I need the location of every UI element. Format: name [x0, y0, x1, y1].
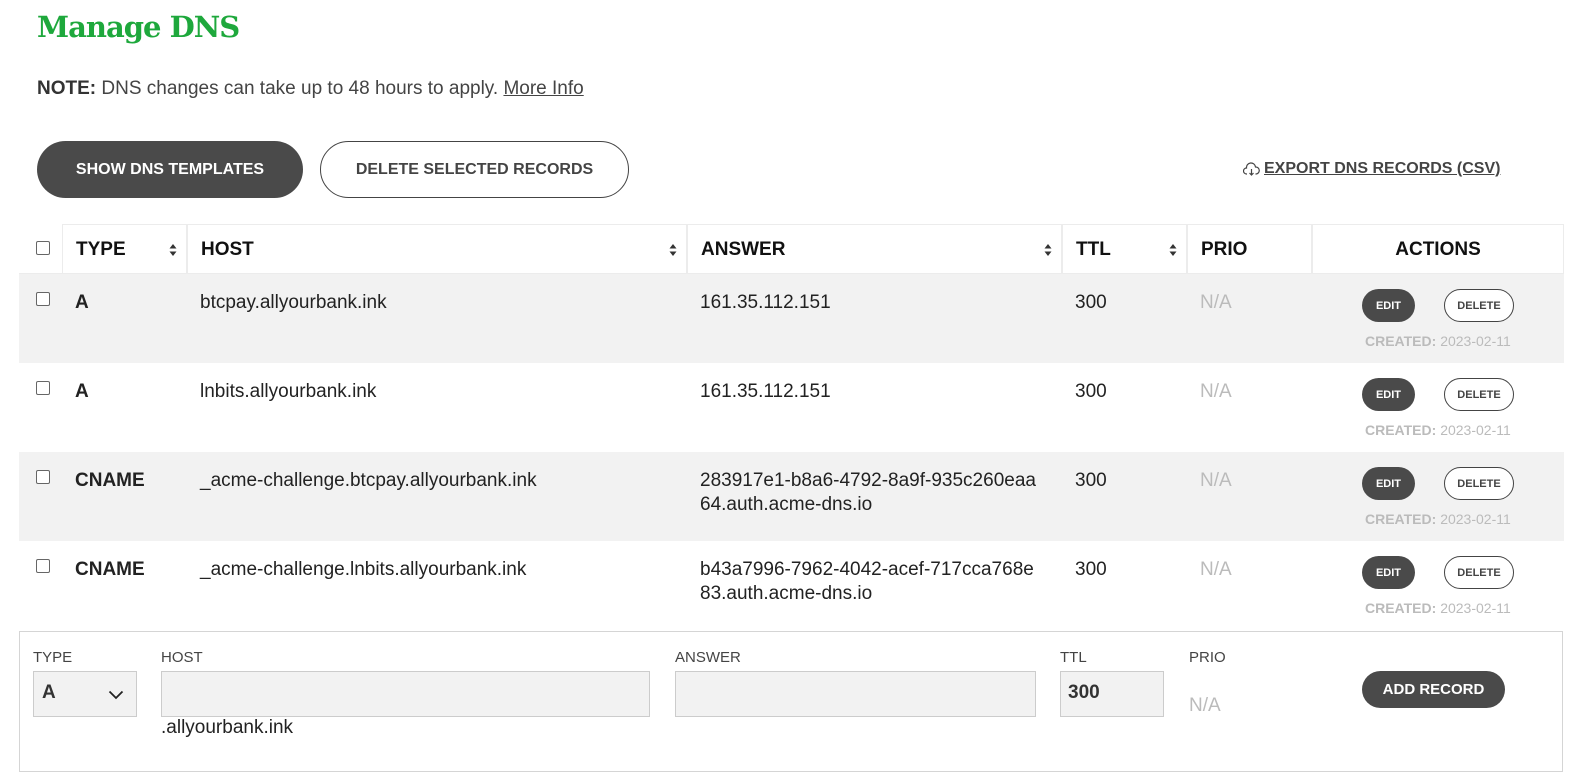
delete-record-button[interactable]: DELETE — [1444, 378, 1514, 411]
created-date: CREATED: 2023-02-11 — [1365, 600, 1511, 616]
record-ttl: 300 — [1075, 470, 1107, 491]
record-ttl: 300 — [1075, 559, 1107, 580]
edit-record-button[interactable]: EDIT — [1362, 378, 1415, 411]
record-type: CNAME — [75, 470, 145, 491]
delete-record-button[interactable]: DELETE — [1444, 289, 1514, 322]
record-answer: b43a7996-7962-4042-acef-717cca768e 83.aut… — [700, 558, 1034, 606]
ttl-label: TTL — [1060, 649, 1087, 666]
column-header-ttl-label: TTL — [1076, 238, 1111, 260]
record-host: btcpay.allyourbank.ink — [200, 292, 387, 313]
created-value: 2023-02-11 — [1440, 511, 1511, 527]
created-label: CREATED: — [1365, 422, 1437, 438]
show-dns-templates-button[interactable]: SHOW DNS TEMPLATES — [37, 141, 303, 198]
record-ttl: 300 — [1075, 381, 1107, 402]
column-header-host[interactable]: HOST — [187, 224, 687, 274]
ttl-input[interactable]: 300 — [1060, 671, 1164, 717]
created-label: CREATED: — [1365, 333, 1437, 349]
record-prio: N/A — [1200, 292, 1232, 313]
record-answer-line-1: 161.35.112.151 — [700, 381, 831, 402]
record-answer-line-1: b43a7996-7962-4042-acef-717cca768e — [700, 559, 1034, 580]
host-input[interactable] — [161, 671, 650, 717]
column-header-answer[interactable]: ANSWER — [687, 224, 1062, 274]
column-header-ttl[interactable]: TTL — [1062, 224, 1187, 274]
delete-record-button[interactable]: DELETE — [1444, 556, 1514, 589]
page-title: Manage DNS — [37, 10, 240, 44]
row-checkbox[interactable] — [36, 292, 50, 306]
edit-record-button[interactable]: EDIT — [1362, 556, 1415, 589]
record-type-select[interactable]: A — [33, 671, 137, 717]
table-row: A lnbits.allyourbank.ink 161.35.112.151 … — [19, 363, 1564, 452]
created-value: 2023-02-11 — [1440, 333, 1511, 349]
record-answer-line-1: 161.35.112.151 — [700, 292, 831, 313]
column-header-actions: ACTIONS — [1312, 224, 1564, 274]
note-message: DNS changes can take up to 48 hours to a… — [96, 78, 504, 99]
note-text: NOTE: DNS changes can take up to 48 hour… — [37, 78, 584, 100]
export-link-label: EXPORT DNS RECORDS (CSV) — [1264, 160, 1501, 177]
created-date: CREATED: 2023-02-11 — [1365, 511, 1511, 527]
row-checkbox[interactable] — [36, 470, 50, 484]
dns-records-table: TYPE HOST ANSWER TTL PRIO ACTIONS A btcp… — [19, 224, 1564, 630]
row-checkbox[interactable] — [36, 381, 50, 395]
created-date: CREATED: 2023-02-11 — [1365, 422, 1511, 438]
host-suffix: .allyourbank.ink — [161, 717, 294, 738]
record-host: lnbits.allyourbank.ink — [200, 381, 377, 402]
record-answer-line-2: 64.auth.acme-dns.io — [700, 494, 873, 515]
created-value: 2023-02-11 — [1440, 422, 1511, 438]
chevron-down-icon — [108, 690, 124, 700]
table-header: TYPE HOST ANSWER TTL PRIO ACTIONS — [19, 224, 1564, 274]
table-row: CNAME _acme-challenge.btcpay.allyourbank… — [19, 452, 1564, 541]
record-prio: N/A — [1200, 470, 1232, 491]
record-prio: N/A — [1200, 381, 1232, 402]
record-type: CNAME — [75, 559, 145, 580]
column-header-type[interactable]: TYPE — [62, 224, 187, 274]
answer-label: ANSWER — [675, 649, 741, 666]
created-label: CREATED: — [1365, 600, 1437, 616]
column-header-prio-label: PRIO — [1201, 238, 1248, 260]
delete-selected-records-button[interactable]: DELETE SELECTED RECORDS — [320, 141, 629, 198]
created-value: 2023-02-11 — [1440, 600, 1511, 616]
record-answer-line-2: 83.auth.acme-dns.io — [700, 583, 873, 604]
column-header-host-label: HOST — [201, 238, 254, 260]
sort-arrows-icon — [1169, 244, 1177, 256]
prio-value: N/A — [1189, 695, 1221, 716]
add-record-button[interactable]: ADD RECORD — [1362, 671, 1505, 708]
record-answer-line-1: 283917e1-b8a6-4792-8a9f-935c260eaa — [700, 470, 1036, 491]
record-type-value: A — [42, 682, 56, 703]
cloud-download-icon — [1243, 161, 1260, 176]
record-answer: 283917e1-b8a6-4792-8a9f-935c260eaa 64.aut… — [700, 469, 1036, 517]
sort-arrows-icon — [169, 244, 177, 256]
note-label: NOTE: — [37, 78, 97, 99]
column-header-prio: PRIO — [1187, 224, 1312, 274]
type-label: TYPE — [33, 649, 73, 666]
row-checkbox[interactable] — [36, 559, 50, 573]
record-host: _acme-challenge.btcpay.allyourbank.ink — [200, 470, 537, 491]
table-row: CNAME _acme-challenge.lnbits.allyourbank… — [19, 541, 1564, 630]
delete-record-button[interactable]: DELETE — [1444, 467, 1514, 500]
created-date: CREATED: 2023-02-11 — [1365, 333, 1511, 349]
record-type: A — [75, 381, 89, 402]
record-answer: 161.35.112.151 — [700, 380, 831, 404]
export-dns-records-link[interactable]: EXPORT DNS RECORDS (CSV) — [1243, 160, 1500, 178]
record-answer: 161.35.112.151 — [700, 291, 831, 315]
host-label: HOST — [161, 649, 203, 666]
record-ttl: 300 — [1075, 292, 1107, 313]
column-header-answer-label: ANSWER — [701, 238, 786, 260]
column-header-type-label: TYPE — [76, 238, 126, 260]
created-label: CREATED: — [1365, 511, 1437, 527]
sort-arrows-icon — [1044, 244, 1052, 256]
select-all-checkbox[interactable] — [36, 241, 50, 255]
record-prio: N/A — [1200, 559, 1232, 580]
record-type: A — [75, 292, 89, 313]
table-row: A btcpay.allyourbank.ink 161.35.112.151 … — [19, 274, 1564, 363]
edit-record-button[interactable]: EDIT — [1362, 289, 1415, 322]
sort-arrows-icon — [669, 244, 677, 256]
prio-label: PRIO — [1189, 649, 1226, 666]
more-info-link[interactable]: More Info — [503, 78, 583, 99]
column-header-actions-label: ACTIONS — [1395, 238, 1481, 260]
edit-record-button[interactable]: EDIT — [1362, 467, 1415, 500]
record-host: _acme-challenge.lnbits.allyourbank.ink — [200, 559, 527, 580]
answer-input[interactable] — [675, 671, 1036, 717]
add-record-form: TYPE HOST ANSWER TTL PRIO A .allyourbank… — [19, 631, 1563, 772]
